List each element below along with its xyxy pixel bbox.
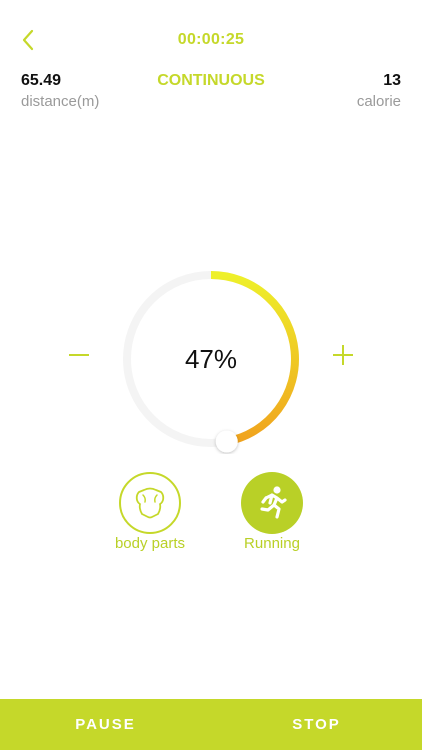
body-parts-icon: [135, 487, 165, 519]
running-label: Running: [244, 535, 300, 552]
plus-icon: [333, 345, 353, 365]
calorie-label: calorie: [356, 93, 401, 110]
body-parts-button[interactable]: [119, 472, 181, 534]
running-button[interactable]: [241, 472, 303, 534]
elapsed-timer: 00:00:25: [177, 31, 245, 48]
intensity-percent: 47%: [184, 344, 238, 374]
calorie-value: 13: [383, 72, 401, 89]
minus-icon: [69, 354, 89, 356]
stop-button[interactable]: STOP: [211, 699, 422, 750]
decrease-button[interactable]: [66, 342, 92, 368]
body-parts-label: body parts: [114, 535, 186, 552]
distance-label: distance(m): [21, 93, 100, 110]
bottom-action-bar: PAUSE STOP: [0, 699, 422, 750]
running-person-icon: [260, 486, 287, 519]
pause-button[interactable]: PAUSE: [0, 699, 211, 750]
workout-mode: CONTINUOUS: [157, 72, 265, 89]
increase-button[interactable]: [330, 342, 356, 368]
dial-knob[interactable]: [215, 430, 238, 453]
